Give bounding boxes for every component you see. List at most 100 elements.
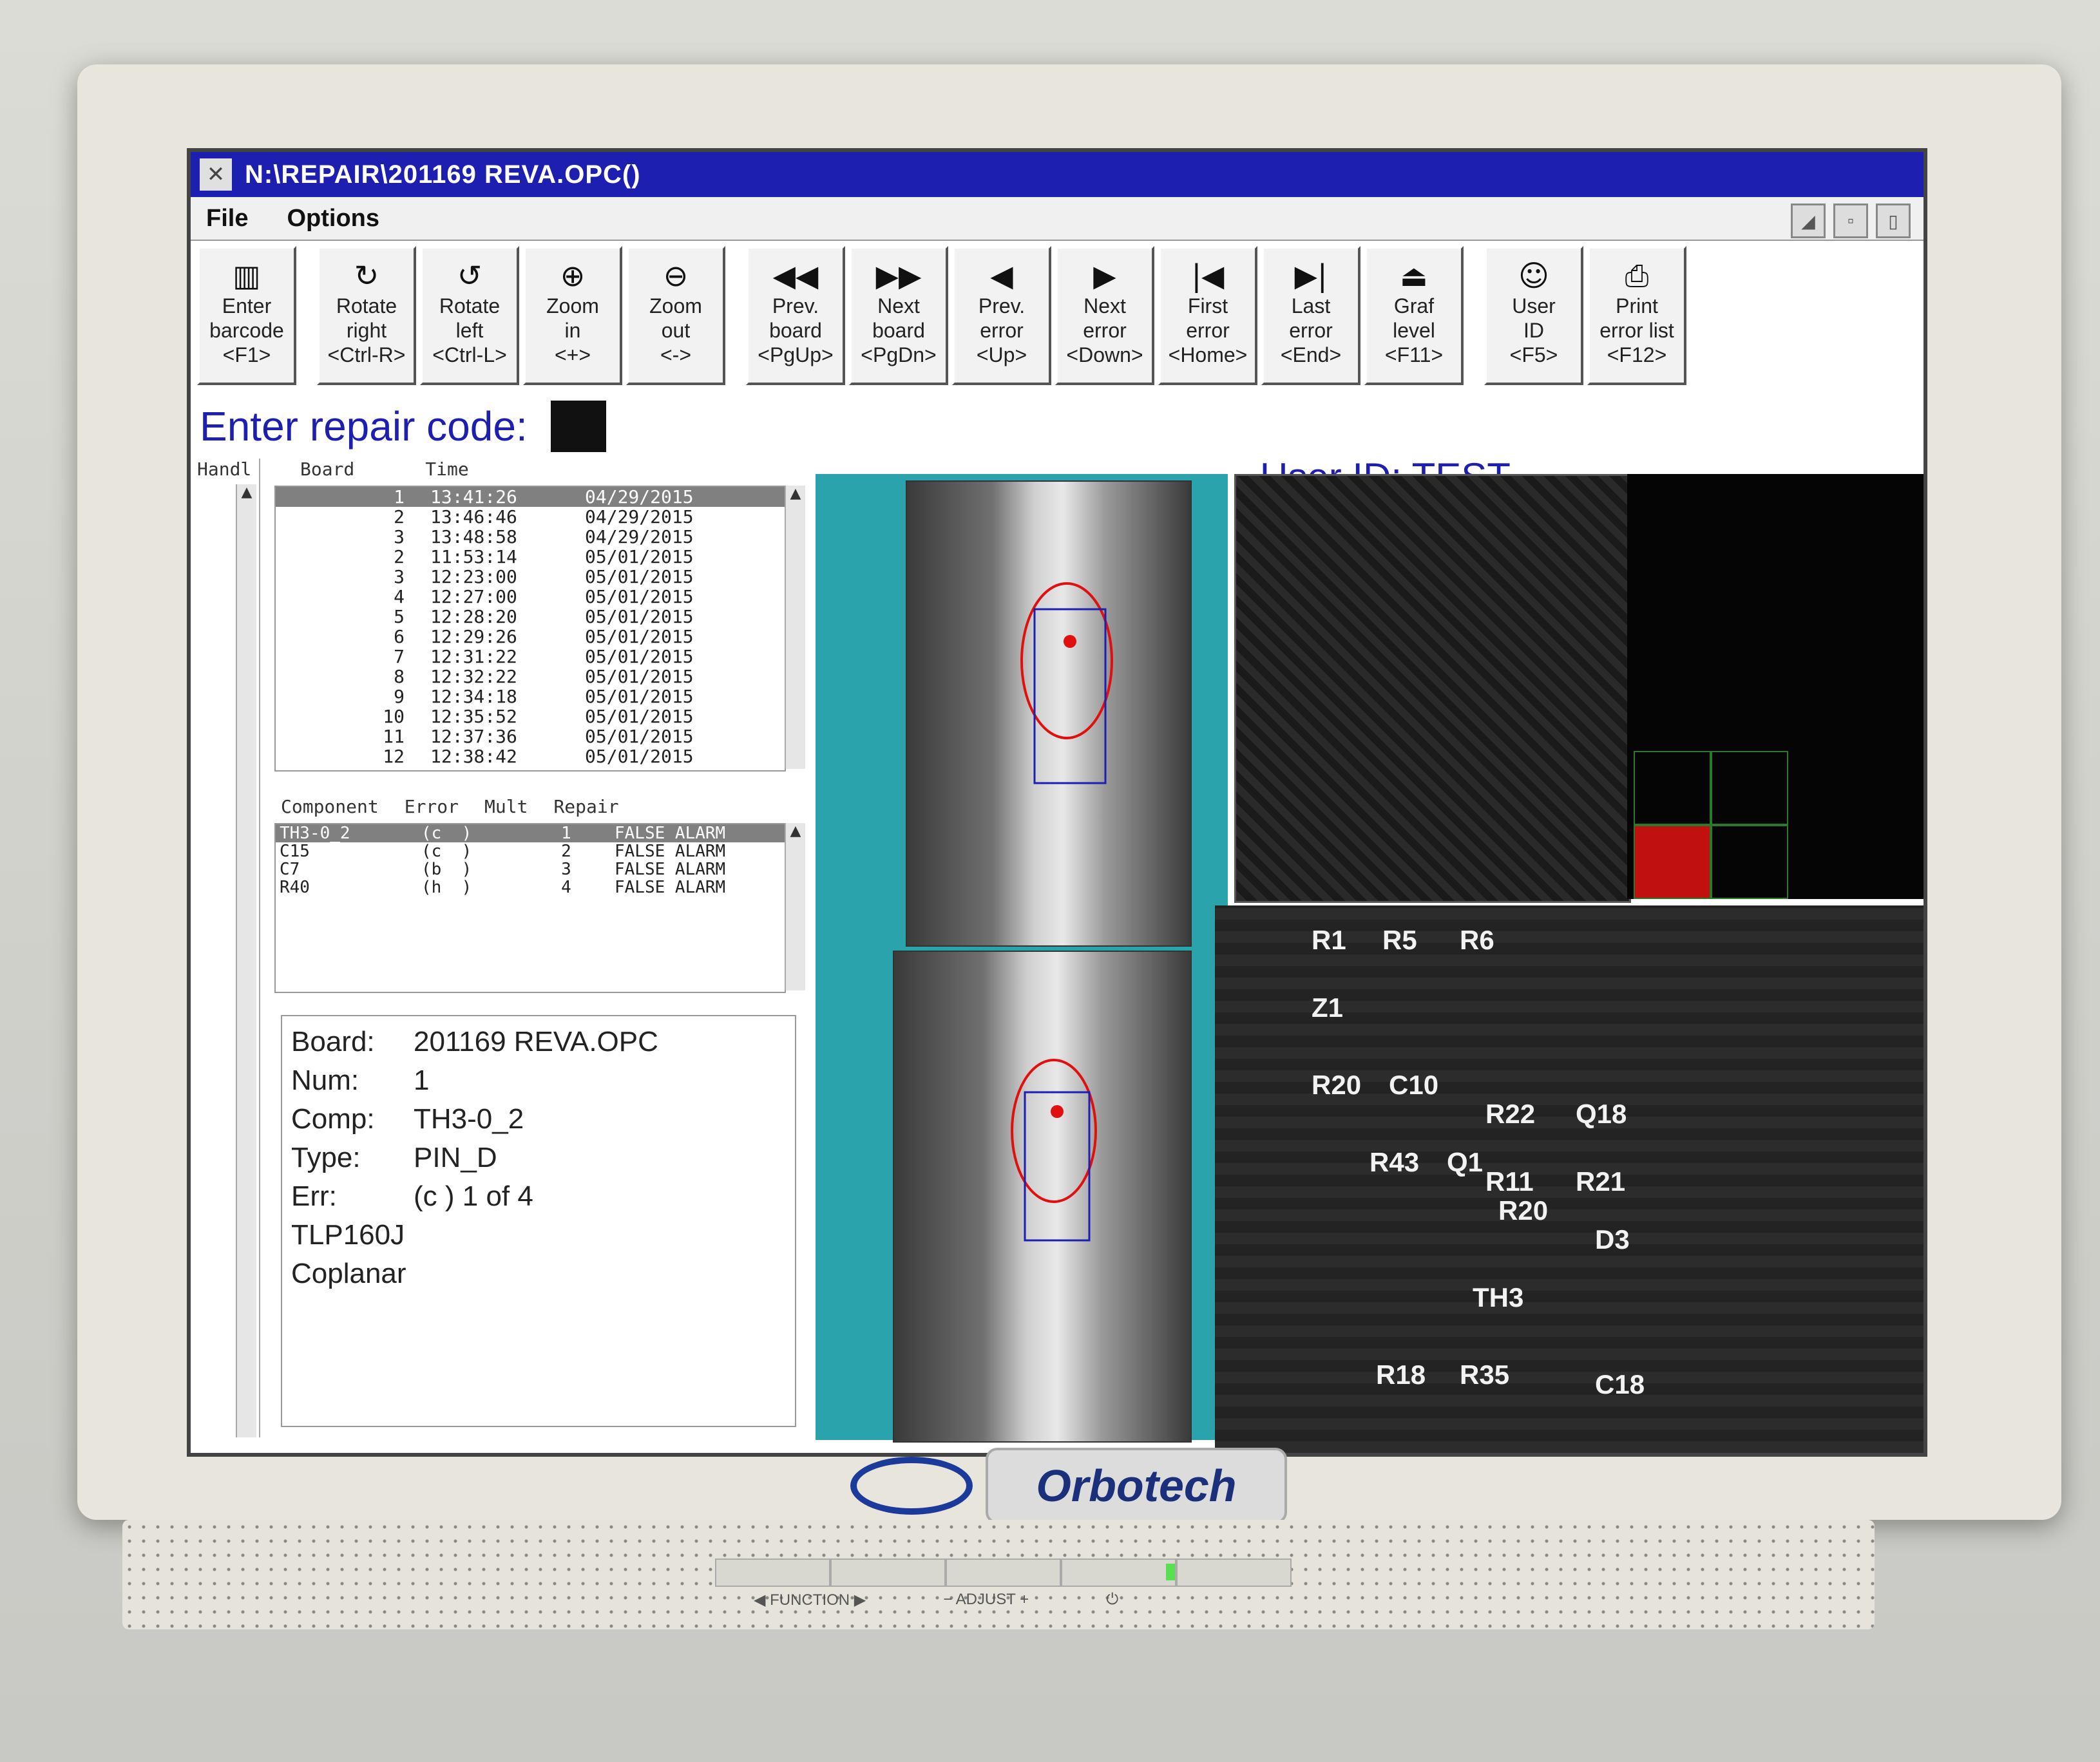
- error-column-header: Error: [404, 796, 459, 817]
- prev-board-label: Prev. board <PgUp>: [758, 294, 834, 366]
- board-row-time: 13:41:26: [430, 486, 517, 507]
- next-board-button[interactable]: ▶▶ Next board <PgDn>: [849, 246, 948, 385]
- menu-file[interactable]: File: [206, 205, 248, 232]
- board-row[interactable]: 3 13:48:58 04/29/2015: [276, 527, 785, 547]
- board-row[interactable]: 4 12:27:00 05/01/2015: [276, 587, 785, 607]
- scroll-up-icon[interactable]: ▲: [237, 484, 256, 500]
- board-list: 1 13:41:26 04/29/2015 2 13:46:46 04/29/2015 3 1…: [274, 486, 786, 772]
- component-row-component: TH3-0_2: [280, 824, 350, 843]
- board-grid[interactable]: [1634, 751, 1788, 899]
- scroll-up-icon[interactable]: ▲: [786, 486, 805, 502]
- grid-cell[interactable]: [1711, 825, 1788, 899]
- zoom-out-button[interactable]: ⊖ Zoom out <->: [626, 246, 725, 385]
- time-column-header: Time: [425, 459, 469, 480]
- board-row-time: 11:53:14: [430, 546, 517, 567]
- rotate-right-label: Rotate right <Ctrl-R>: [327, 294, 406, 366]
- component-row[interactable]: C7 (b ) 3 FALSE ALARM: [276, 860, 785, 878]
- board-row[interactable]: 10 12:35:52 05/01/2015: [276, 706, 785, 726]
- component-row[interactable]: R40 (h ) 4 FALSE ALARM: [276, 878, 785, 896]
- component-row-repair: FALSE ALARM: [615, 878, 726, 897]
- num-detail: Num: 1: [291, 1061, 786, 1100]
- component-row[interactable]: TH3-0_2 (c ) 1 FALSE ALARM: [276, 824, 785, 842]
- board-row[interactable]: 7 12:31:22 05/01/2015: [276, 647, 785, 667]
- rotate-right-button[interactable]: ↻ Rotate right <Ctrl-R>: [317, 246, 416, 385]
- component-list-scrollbar[interactable]: ▲: [785, 823, 805, 990]
- minimize-icon[interactable]: ▫: [1833, 204, 1868, 238]
- grid-cell-error[interactable]: [1634, 825, 1711, 899]
- type-detail: Type: PIN_D: [291, 1139, 786, 1177]
- board-row-time: 13:46:46: [430, 506, 517, 527]
- board-row-board: 8: [394, 666, 405, 687]
- grid-cell[interactable]: [1634, 751, 1711, 825]
- menu-options[interactable]: Options: [287, 205, 379, 232]
- pcb-detail-image[interactable]: R1 R5 R6 Z1 R20 C10 R22 Q18 R43 Q1 R11 R21 R20 D3 TH3 R…: [1215, 905, 1923, 1453]
- component-row-mult: 4: [561, 878, 571, 897]
- board-list-scrollbar[interactable]: ▲: [785, 486, 805, 769]
- repair-code-row: Enter repair code:: [200, 401, 606, 452]
- handle-scrollbar[interactable]: ▲: [236, 484, 256, 1437]
- board-row[interactable]: 2 11:53:14 05/01/2015: [276, 547, 785, 567]
- board-row[interactable]: 9 12:34:18 05/01/2015: [276, 687, 785, 706]
- enter-barcode-button[interactable]: ▥ Enter barcode <F1>: [197, 246, 296, 385]
- zoom-in-button[interactable]: ⊕ Zoom in <+>: [523, 246, 622, 385]
- pcb-overview-image[interactable]: [1234, 474, 1631, 903]
- error-markers: [1011, 582, 1113, 1242]
- board-row[interactable]: 2 13:46:46 04/29/2015: [276, 507, 785, 527]
- board-row[interactable]: 11 12:37:36 05/01/2015: [276, 726, 785, 746]
- adjust-minus-button[interactable]: [946, 1558, 1061, 1587]
- rotate-left-icon: ↺: [457, 258, 482, 293]
- graf-level-button[interactable]: ⏏ Graf level <F11>: [1364, 246, 1464, 385]
- comp-detail-label: Comp:: [291, 1103, 375, 1135]
- component-row[interactable]: C15 (c ) 2 FALSE ALARM: [276, 842, 785, 860]
- first-error-button[interactable]: |◀ First error <Home>: [1158, 246, 1257, 385]
- function-left-button[interactable]: [715, 1558, 830, 1587]
- rotate-left-button[interactable]: ↺ Rotate left <Ctrl-L>: [420, 246, 519, 385]
- prev-error-label: Prev. error <Up>: [976, 294, 1027, 366]
- last-error-icon: ▶|: [1294, 258, 1328, 293]
- pcb-designator-label: Q18: [1576, 1099, 1627, 1129]
- prev-error-button[interactable]: ◀ Prev. error <Up>: [952, 246, 1051, 385]
- print-error-list-button[interactable]: ⎙ Print error list <F12>: [1587, 246, 1686, 385]
- power-button[interactable]: [1176, 1558, 1292, 1587]
- board-row[interactable]: 3 12:23:00 05/01/2015: [276, 567, 785, 587]
- board-row-date: 05/01/2015: [585, 726, 694, 747]
- board-row-time: 12:27:00: [430, 586, 517, 607]
- board-row[interactable]: 8 12:32:22 05/01/2015: [276, 667, 785, 687]
- pcb-designator-label: R1: [1312, 925, 1346, 955]
- board-row[interactable]: 6 12:29:26 05/01/2015: [276, 627, 785, 647]
- prev-board-button[interactable]: ◀◀ Prev. board <PgUp>: [746, 246, 845, 385]
- rotate-left-label: Rotate left <Ctrl-L>: [432, 294, 507, 366]
- component-row-error: (c ): [421, 842, 472, 861]
- scroll-up-icon[interactable]: ▲: [786, 823, 805, 839]
- board-detail: Board: 201169 REVA.OPC: [291, 1023, 786, 1061]
- adjust-plus-button[interactable]: [1061, 1558, 1176, 1587]
- grid-cell[interactable]: [1711, 751, 1788, 825]
- board-row-board: 12: [383, 746, 405, 767]
- board-row[interactable]: 1 13:41:26 04/29/2015: [276, 487, 785, 507]
- brand-logo: Orbotech: [850, 1448, 1287, 1524]
- next-error-button[interactable]: ▶ Next error <Down>: [1055, 246, 1154, 385]
- board-row-time: 13:48:58: [430, 526, 517, 547]
- component-row-component: C15: [280, 842, 310, 861]
- last-error-button[interactable]: ▶| Last error <End>: [1261, 246, 1360, 385]
- board-row-time: 12:34:18: [430, 686, 517, 707]
- user-id-button[interactable]: ☺ User ID <F5>: [1484, 246, 1583, 385]
- board-row-board: 11: [383, 726, 405, 747]
- repair-code-input[interactable]: [541, 401, 606, 452]
- next-error-label: Next error <Down>: [1066, 294, 1143, 366]
- board-row-date: 04/29/2015: [585, 506, 694, 527]
- board-row-board: 3: [394, 566, 405, 587]
- component-row-component: C7: [280, 860, 300, 879]
- print-icon: ⎙: [1625, 258, 1649, 293]
- function-right-button[interactable]: [830, 1558, 946, 1587]
- board-row-time: 12:38:42: [430, 746, 517, 767]
- board-row-board: 2: [394, 506, 405, 527]
- component-row-mult: 2: [561, 842, 571, 861]
- board-row-date: 04/29/2015: [585, 486, 694, 507]
- component-row-mult: 3: [561, 860, 571, 879]
- maximize-icon[interactable]: ▯: [1876, 204, 1911, 238]
- resize-icon[interactable]: ◢: [1791, 204, 1826, 238]
- board-row[interactable]: 12 12:38:42 05/01/2015: [276, 746, 785, 766]
- system-menu-icon[interactable]: ✕: [200, 158, 232, 191]
- board-row[interactable]: 5 12:28:20 05/01/2015: [276, 607, 785, 627]
